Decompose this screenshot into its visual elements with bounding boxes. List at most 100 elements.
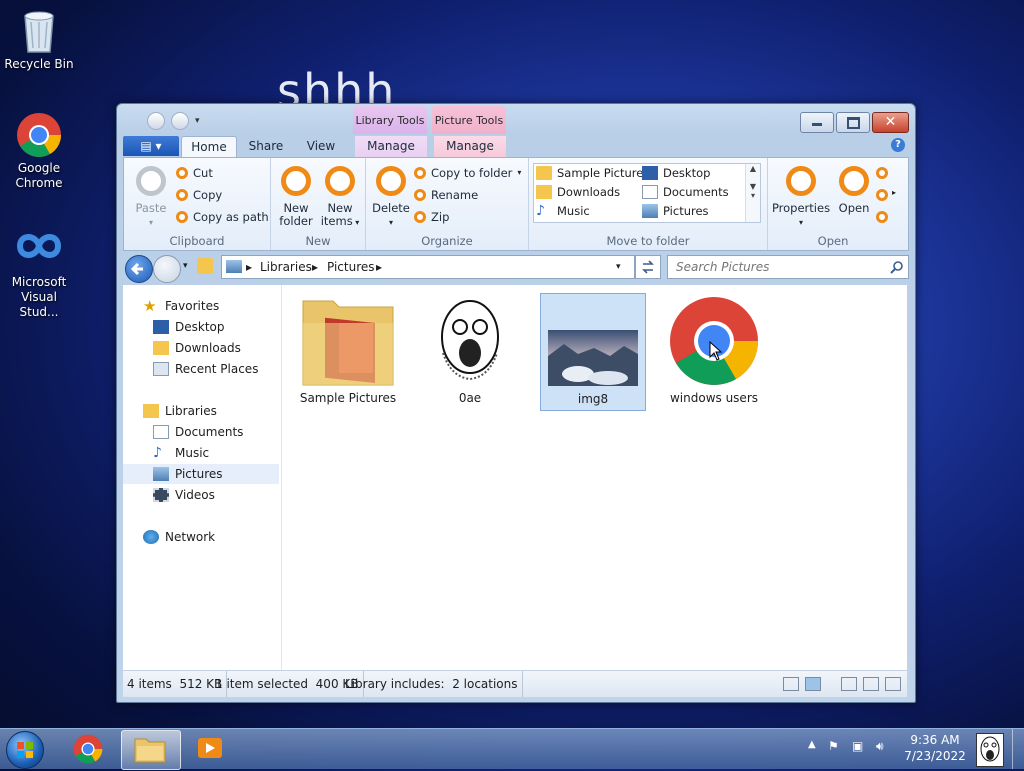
details-pane-toggle-icon[interactable] — [885, 677, 901, 691]
new-folder-button[interactable]: New folder — [275, 166, 317, 228]
breadcrumb-separator[interactable]: ▸ — [312, 256, 318, 278]
taskbar-chrome[interactable] — [60, 730, 118, 768]
status-library-label: Library includes: — [345, 677, 445, 691]
help-icon[interactable]: ? — [891, 138, 905, 152]
copy-button[interactable]: Copy — [176, 186, 222, 204]
file-menu-button[interactable]: ▤ ▾ — [123, 136, 179, 156]
properties-label: Properties — [771, 201, 831, 215]
tab-view[interactable]: View — [299, 136, 343, 157]
group-new: New folder New items ▾ New — [271, 158, 366, 250]
desktop-icon-visual-studio[interactable]: Microsoft Visual Stud... — [2, 226, 76, 320]
folder-icon — [302, 300, 394, 386]
tab-picture-manage[interactable]: Manage — [434, 136, 506, 157]
nav-label: Documents — [175, 425, 244, 439]
preview-pane-toggle-icon[interactable] — [863, 677, 879, 691]
move-to-sample-pictures[interactable]: Sample Pictures — [536, 166, 649, 180]
cut-button[interactable]: Cut — [176, 164, 213, 182]
refresh-icon — [642, 260, 654, 274]
ribbon-scroll-right-icon[interactable]: ▸ — [892, 188, 896, 197]
pictures-library-icon — [226, 260, 242, 273]
file-item-0ae[interactable]: 0ae — [418, 293, 522, 409]
chrome-icon — [16, 112, 62, 158]
breadcrumb-separator[interactable]: ▸ — [376, 256, 382, 278]
action-center-flag-icon[interactable]: ⚑ — [828, 739, 839, 753]
paste-button[interactable]: Paste ▾ — [132, 166, 170, 229]
file-item-sample-pictures[interactable]: Sample Pictures — [296, 293, 400, 409]
move-to-documents[interactable]: Documents — [642, 185, 729, 199]
breadcrumb-separator[interactable]: ▸ — [246, 256, 252, 278]
move-to-music[interactable]: ♪ Music — [536, 204, 590, 218]
tab-library-manage[interactable]: Manage — [355, 136, 427, 157]
music-icon: ♪ — [153, 445, 162, 461]
address-bar[interactable]: ▸ Libraries ▸ Pictures ▸ ▾ — [221, 255, 635, 279]
nav-label: Libraries — [165, 404, 217, 418]
minimize-button[interactable] — [800, 112, 834, 133]
gallery-scroll[interactable]: ▲ ▼ ▾ — [745, 164, 760, 222]
maximize-button[interactable] — [836, 112, 870, 133]
start-button[interactable] — [6, 731, 44, 769]
clock-date: 7/23/2022 — [904, 749, 966, 763]
nav-favorites[interactable]: ★ Favorites — [123, 296, 299, 316]
forward-button[interactable] — [153, 255, 181, 283]
nav-libraries[interactable]: Libraries — [123, 401, 299, 421]
landscape-image-icon — [548, 330, 638, 386]
folder-icon — [134, 738, 166, 763]
desktop-icon-recycle-bin[interactable]: Recycle Bin — [2, 8, 76, 72]
move-to-pictures[interactable]: Pictures — [642, 204, 709, 218]
nav-network[interactable]: Network — [123, 527, 299, 547]
context-picture-tools: Picture Tools — [432, 106, 506, 134]
delete-button[interactable]: Delete ▾ — [370, 166, 412, 229]
qat-properties-icon[interactable] — [147, 112, 165, 130]
show-desktop-button[interactable] — [1012, 729, 1024, 769]
show-hidden-icons[interactable]: ▲ — [808, 739, 816, 750]
rename-button[interactable]: Rename — [414, 186, 478, 204]
taskbar-explorer[interactable] — [121, 730, 181, 770]
new-items-button[interactable]: New items ▾ — [319, 166, 361, 229]
chrome-icon — [73, 734, 103, 764]
open-with-icon — [876, 167, 888, 179]
paste-icon — [136, 166, 166, 196]
move-to-desktop[interactable]: Desktop — [642, 166, 710, 180]
clock[interactable]: 9:36 AM 7/23/2022 — [900, 732, 970, 764]
edit-icon — [876, 189, 888, 201]
open-button[interactable]: Open — [834, 166, 874, 215]
recent-locations-icon[interactable]: ▾ — [183, 261, 188, 271]
desktop-icon-chrome[interactable]: Google Chrome — [2, 112, 76, 191]
copy-to-folder-button[interactable]: Copy to folder ▾ — [414, 164, 521, 182]
search-icon[interactable] — [890, 260, 904, 274]
details-view-icon[interactable] — [783, 677, 799, 691]
new-folder-label-2: folder — [279, 214, 313, 228]
refresh-button[interactable] — [635, 255, 661, 279]
open-with-button[interactable] — [876, 164, 888, 182]
up-folder-icon[interactable] — [197, 258, 213, 274]
edit-button[interactable] — [876, 186, 888, 204]
tab-home[interactable]: Home — [181, 136, 237, 158]
copy-to-label: Copy to folder — [431, 166, 513, 180]
navigation-pane-toggle-icon[interactable] — [841, 677, 857, 691]
status-locations-link[interactable]: 2 locations — [452, 677, 517, 691]
qat-dropdown-icon[interactable]: ▾ — [195, 116, 200, 126]
group-label: Organize — [421, 234, 473, 248]
search-input[interactable] — [674, 256, 878, 278]
tab-share[interactable]: Share — [241, 136, 291, 157]
close-button[interactable]: ✕ — [872, 112, 909, 133]
folder-icon — [536, 166, 552, 180]
zip-label: Zip — [431, 210, 450, 224]
back-button[interactable] — [125, 255, 153, 283]
copy-as-path-button[interactable]: Copy as path — [176, 208, 269, 226]
large-icons-view-icon[interactable] — [805, 677, 821, 691]
address-dropdown-icon[interactable]: ▾ — [616, 256, 621, 278]
breadcrumb-libraries[interactable]: Libraries — [260, 256, 312, 278]
move-to-downloads[interactable]: Downloads — [536, 185, 620, 199]
file-item-img8[interactable]: img8 — [540, 293, 646, 411]
network-tray-icon[interactable]: ▣ — [852, 739, 863, 753]
taskbar-media-player[interactable] — [182, 730, 240, 768]
properties-button[interactable]: Properties ▾ — [770, 166, 832, 229]
volume-icon[interactable]: 🔊︎ — [876, 739, 884, 754]
nav-libraries-pictures[interactable]: Pictures — [123, 464, 279, 484]
breadcrumb-pictures[interactable]: Pictures — [327, 256, 375, 278]
history-button[interactable] — [876, 208, 888, 226]
zip-button[interactable]: Zip — [414, 208, 449, 226]
qat-new-folder-icon[interactable] — [171, 112, 189, 130]
notification-avatar[interactable] — [976, 733, 1004, 767]
